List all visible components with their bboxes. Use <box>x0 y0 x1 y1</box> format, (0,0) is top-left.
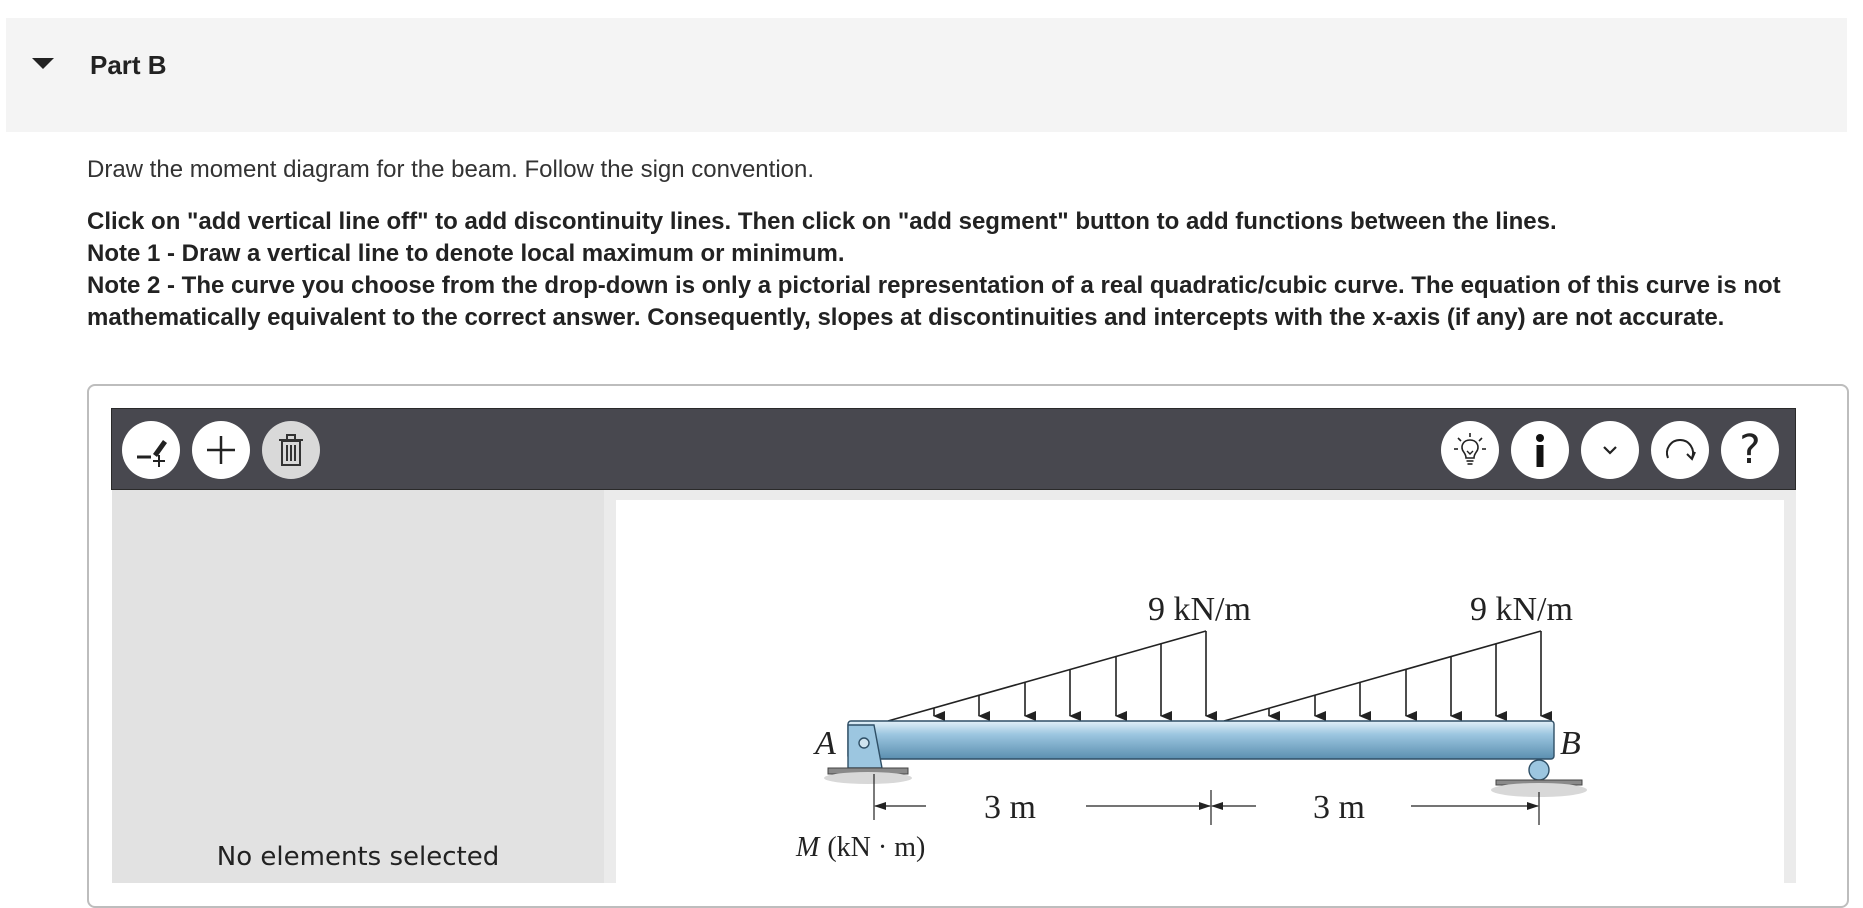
beam-figure-svg: 9 kN/m 9 kN/m A B 3 m 3 m M (kN · m) <box>795 591 1587 863</box>
notes-block: Click on "add vertical line off" to add … <box>87 206 1807 334</box>
moment-axis-var: M <box>795 832 821 863</box>
dropdown-chevron-icon <box>1603 446 1617 455</box>
info-icon <box>1536 434 1544 467</box>
drawing-canvas[interactable]: 9 kN/m 9 kN/m A B 3 m 3 m M (kN · m) <box>604 490 1796 883</box>
load-label-left: 9 kN/m <box>1148 591 1251 628</box>
help-icon: ? <box>1739 427 1761 473</box>
delete-button[interactable] <box>262 421 320 479</box>
dim-label-right: 3 m <box>1313 789 1365 826</box>
note-1: Note 1 - Draw a vertical line to denote … <box>87 240 845 267</box>
reset-icon <box>1666 439 1696 461</box>
part-title: Part B <box>90 50 167 80</box>
note-instructions: Click on "add vertical line off" to add … <box>87 208 1557 235</box>
help-button[interactable]: ? <box>1721 421 1779 479</box>
beam-figure: 9 kN/m 9 kN/m A B 3 m 3 m M (kN · m) <box>616 500 1784 883</box>
hint-button[interactable] <box>1441 421 1499 479</box>
info-button[interactable] <box>1511 421 1569 479</box>
reset-button[interactable] <box>1651 421 1709 479</box>
label-a: A <box>813 725 836 762</box>
ground-shadow-a <box>824 772 912 784</box>
note-2: Note 2 - The curve you choose from the d… <box>87 272 1781 331</box>
delete-icon <box>279 434 303 466</box>
label-b: B <box>1560 725 1581 762</box>
add-vertical-line-button[interactable] <box>122 421 180 479</box>
load-line-left <box>887 630 1207 722</box>
load-line-right <box>1223 630 1542 722</box>
hint-lightbulb-icon <box>1454 433 1486 465</box>
pin-icon <box>858 737 870 749</box>
dropdown-button[interactable] <box>1581 421 1639 479</box>
add-vertical-line-icon <box>137 440 167 467</box>
toolbar: ? <box>111 408 1796 490</box>
add-segment-icon <box>207 436 235 464</box>
no-selection-text: No elements selected <box>216 842 500 872</box>
beam <box>847 720 1555 760</box>
part-header[interactable] <box>6 18 1847 132</box>
properties-panel: No elements selected <box>112 490 604 883</box>
instruction-text: Draw the moment diagram for the beam. Fo… <box>87 156 815 183</box>
load-label-right: 9 kN/m <box>1470 591 1573 628</box>
dim-label-left: 3 m <box>984 789 1036 826</box>
moment-axis-label: M (kN · m) <box>795 832 925 863</box>
caret-down-icon[interactable] <box>32 58 54 69</box>
roller-support-b <box>1528 759 1550 781</box>
add-segment-button[interactable] <box>192 421 250 479</box>
moment-axis-unit: (kN · m) <box>827 832 925 863</box>
